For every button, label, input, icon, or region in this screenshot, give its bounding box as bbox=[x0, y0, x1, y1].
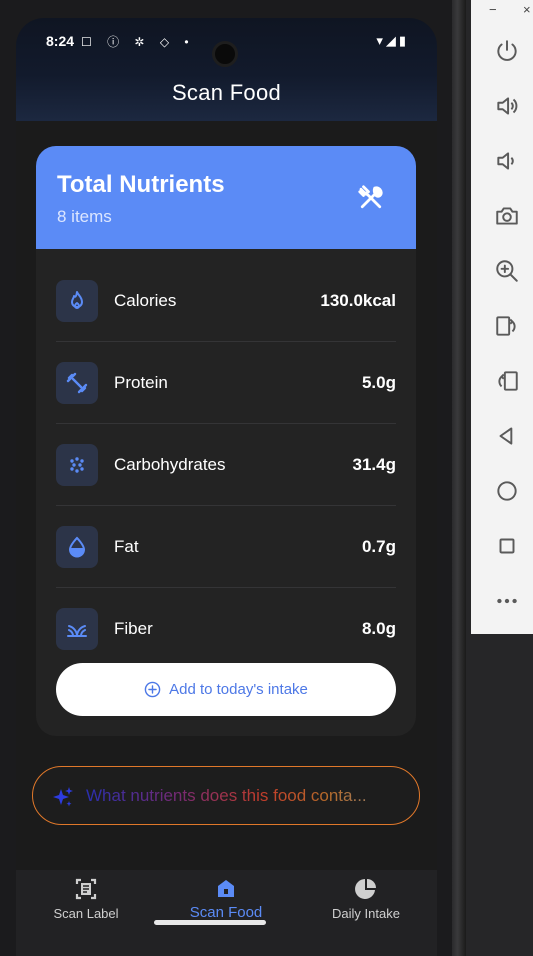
minimize-button[interactable]: − bbox=[489, 2, 497, 17]
sparkles-icon bbox=[53, 787, 73, 807]
status-signal-battery-icons: ▾◢▮ bbox=[376, 33, 409, 48]
rotate-right-icon bbox=[498, 371, 518, 391]
pie-chart-icon bbox=[355, 879, 376, 899]
home-indicator[interactable] bbox=[154, 920, 266, 925]
emulator-overview-button[interactable] bbox=[494, 533, 524, 563]
status-notification-icons: ☐ ⓘ ✲ ◇ • bbox=[81, 35, 195, 49]
power-icon bbox=[497, 40, 517, 61]
nutrient-value: 0.7g bbox=[361, 537, 396, 556]
plus-circle-icon bbox=[144, 681, 161, 698]
emulator-home-button[interactable] bbox=[494, 478, 524, 508]
emulator-zoom-button[interactable] bbox=[494, 258, 524, 288]
add-button-label: Add to today's intake bbox=[169, 681, 308, 698]
device-edge bbox=[452, 0, 466, 956]
emulator-volume-down-button[interactable] bbox=[494, 148, 524, 178]
emulator-window-controls: − × bbox=[471, 0, 533, 24]
prompt-text: What nutrients does this food conta... bbox=[86, 786, 408, 806]
card-title: Total Nutrients bbox=[57, 171, 225, 198]
nutrient-label: Fiber bbox=[114, 619, 153, 638]
more-icon bbox=[497, 598, 517, 604]
add-to-intake-button[interactable]: Add to today's intake bbox=[56, 663, 396, 716]
volume-up-icon bbox=[497, 97, 518, 115]
nav-scan-food[interactable]: Scan Food bbox=[156, 870, 296, 940]
nutrient-value: 130.0kcal bbox=[320, 291, 396, 310]
nav-scan-label[interactable]: Scan Label bbox=[16, 870, 156, 940]
row-icon-box bbox=[56, 608, 98, 650]
emulator-back-button[interactable] bbox=[494, 423, 524, 453]
emulator-volume-up-button[interactable] bbox=[494, 93, 524, 123]
nav-daily-intake[interactable]: Daily Intake bbox=[296, 870, 436, 940]
page-title: Scan Food bbox=[171, 80, 282, 105]
nutrient-row-carbohydrates: Carbohydrates 31.4g bbox=[56, 424, 396, 506]
flame-icon bbox=[71, 291, 83, 309]
nav-label: Scan Food bbox=[189, 904, 263, 921]
nutrient-row-protein: Protein 5.0g bbox=[56, 342, 396, 424]
card-header: Total Nutrients 8 items bbox=[36, 146, 416, 249]
nutrient-question-input[interactable]: What nutrients does this food conta... bbox=[32, 766, 420, 825]
sprout-icon bbox=[67, 625, 87, 637]
row-icon-box bbox=[56, 362, 98, 404]
nutrient-label: Fat bbox=[114, 537, 139, 556]
row-icon-box bbox=[56, 526, 98, 568]
emulator-rotate-right-button[interactable] bbox=[494, 368, 524, 398]
rotate-left-icon bbox=[496, 316, 516, 336]
total-nutrients-card: Total Nutrients 8 items Calories 130.0kc… bbox=[36, 146, 416, 736]
emulator-toolbar: − × bbox=[471, 0, 533, 634]
nutrient-row-calories: Calories 130.0kcal bbox=[56, 260, 396, 342]
card-subtitle: 8 items bbox=[57, 207, 112, 226]
back-icon bbox=[499, 427, 513, 445]
droplet-icon bbox=[68, 536, 86, 558]
utensils-crossed-icon bbox=[358, 185, 383, 209]
emulator-rotate-left-button[interactable] bbox=[494, 313, 524, 343]
nutrient-row-fiber: Fiber 8.0g bbox=[56, 588, 396, 670]
grain-dots-icon bbox=[70, 457, 84, 473]
dumbbell-icon bbox=[66, 372, 88, 394]
overview-icon bbox=[499, 538, 515, 554]
nav-label: Scan Label bbox=[53, 906, 119, 921]
home-icon bbox=[497, 481, 517, 501]
status-bar: 8:24 ☐ ⓘ ✲ ◇ • ▾◢▮ bbox=[16, 30, 437, 67]
app-header: 8:24 ☐ ⓘ ✲ ◇ • ▾◢▮ Scan Food bbox=[16, 18, 437, 121]
emulator-power-button[interactable] bbox=[494, 38, 524, 68]
scan-label-icon bbox=[75, 878, 97, 900]
nutrient-value: 5.0g bbox=[361, 373, 396, 392]
nav-label: Daily Intake bbox=[332, 906, 400, 921]
nutrient-label: Calories bbox=[114, 291, 177, 310]
front-camera bbox=[212, 41, 238, 67]
row-icon-box bbox=[56, 280, 98, 322]
close-button[interactable]: × bbox=[523, 2, 531, 17]
emulator-more-button[interactable] bbox=[494, 588, 524, 618]
food-basket-icon bbox=[218, 880, 234, 897]
nutrient-label: Carbohydrates bbox=[114, 455, 226, 474]
bottom-navigation: Scan Label Scan Food Daily Intake bbox=[16, 870, 437, 956]
status-time: 8:24 bbox=[46, 33, 75, 49]
camera-icon bbox=[496, 207, 518, 225]
nutrient-row-fat: Fat 0.7g bbox=[56, 506, 396, 588]
nutrient-value: 31.4g bbox=[352, 455, 396, 474]
nutrient-label: Protein bbox=[114, 373, 168, 392]
volume-down-icon bbox=[497, 152, 514, 170]
nutrient-value: 8.0g bbox=[361, 619, 396, 638]
phone-screen: 8:24 ☐ ⓘ ✲ ◇ • ▾◢▮ Scan Food Total Nutri… bbox=[16, 18, 437, 956]
row-icon-box bbox=[56, 444, 98, 486]
emulator-screenshot-button[interactable] bbox=[494, 203, 524, 233]
zoom-in-icon bbox=[496, 260, 518, 282]
